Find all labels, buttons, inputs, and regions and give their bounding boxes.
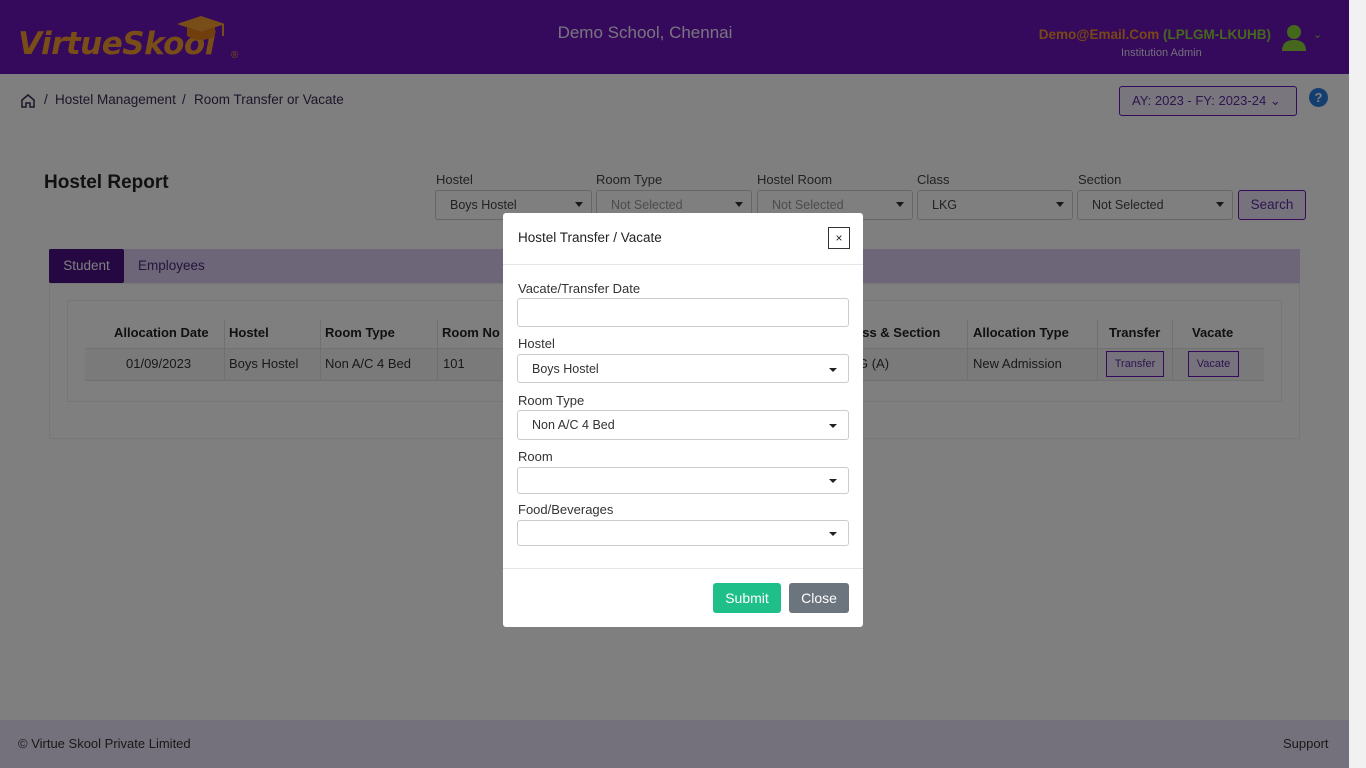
modal-food-label: Food/Beverages — [518, 502, 614, 517]
vacate-date-input[interactable] — [517, 298, 849, 327]
close-icon[interactable]: × — [828, 227, 850, 249]
submit-button[interactable]: Submit — [713, 583, 781, 613]
vacate-date-label: Vacate/Transfer Date — [518, 281, 641, 296]
caret-down-icon — [829, 479, 837, 483]
caret-down-icon — [829, 424, 837, 428]
modal-divider — [503, 264, 863, 265]
modal-title: Hostel Transfer / Vacate — [518, 230, 662, 245]
close-button[interactable]: Close — [789, 583, 849, 613]
modal-hostel-label: Hostel — [518, 336, 555, 351]
modal-room-type-select[interactable]: Non A/C 4 Bed — [517, 410, 849, 440]
page-scrollbar[interactable] — [1349, 0, 1366, 768]
modal-room-type-label: Room Type — [518, 393, 585, 408]
modal-food-select[interactable] — [517, 520, 849, 546]
modal-room-select[interactable] — [517, 467, 849, 494]
modal-room-type-value: Non A/C 4 Bed — [532, 418, 615, 432]
modal-room-label: Room — [518, 449, 553, 464]
modal-hostel-select[interactable]: Boys Hostel — [517, 354, 849, 383]
modal-divider — [503, 568, 863, 569]
hostel-transfer-modal: Hostel Transfer / Vacate × Vacate/Transf… — [503, 213, 863, 627]
modal-hostel-value: Boys Hostel — [532, 362, 599, 376]
caret-down-icon — [829, 368, 837, 372]
caret-down-icon — [829, 532, 837, 536]
